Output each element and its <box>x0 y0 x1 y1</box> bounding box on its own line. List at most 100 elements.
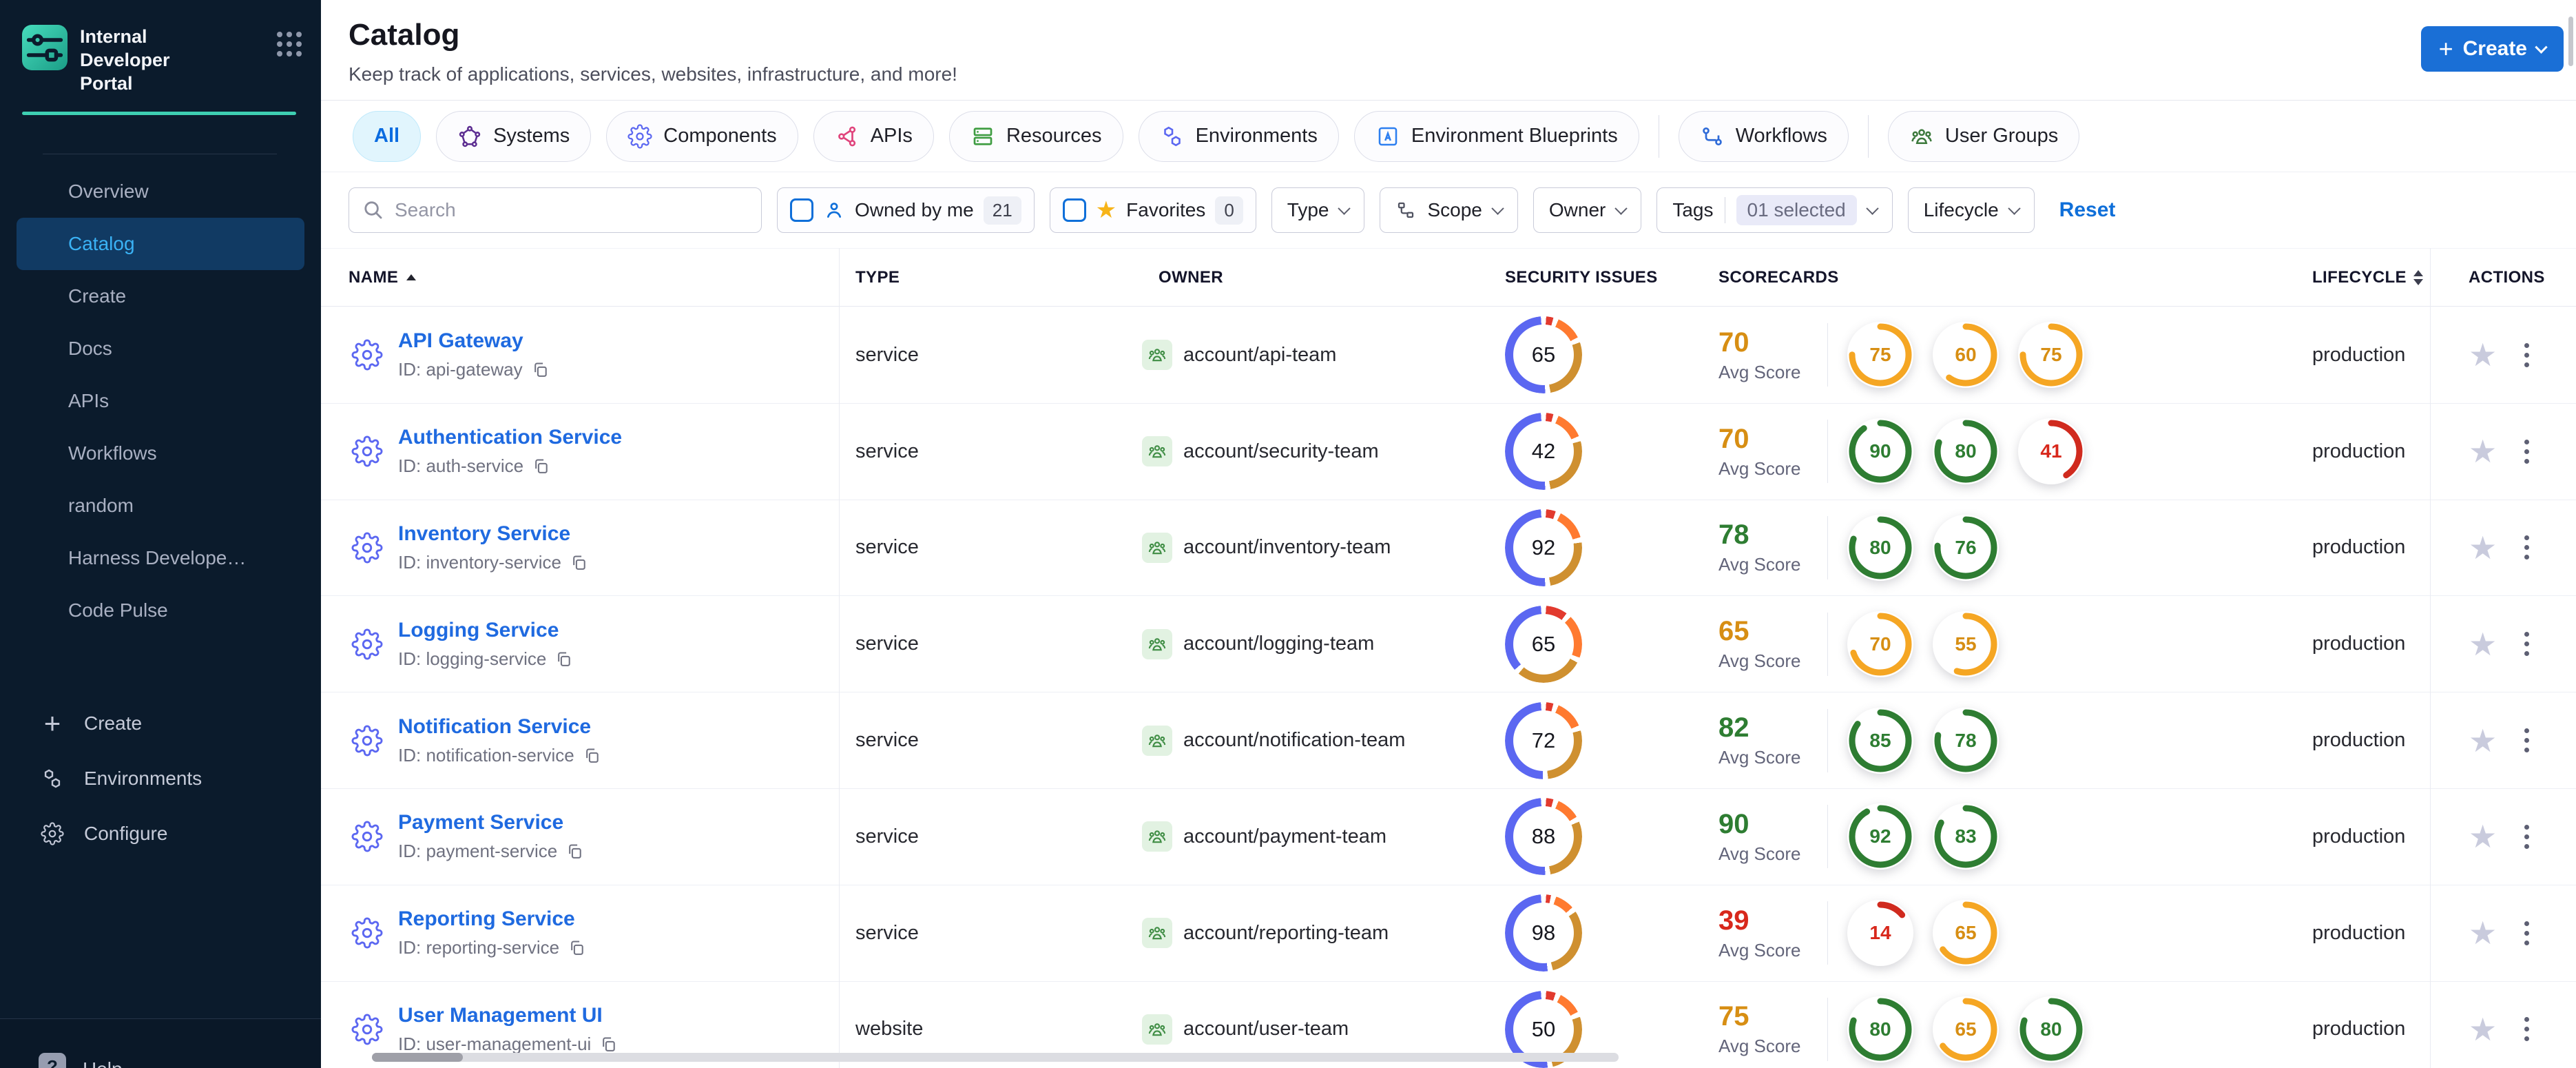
scorecard-ring[interactable]: 76 <box>1933 514 1999 581</box>
favorite-star-icon[interactable]: ★ <box>2469 725 2497 757</box>
tab-all[interactable]: All <box>353 110 422 162</box>
sidebar-utility-create[interactable]: + Create <box>0 696 321 751</box>
scorecard-ring[interactable]: 80 <box>2018 996 2084 1062</box>
scorecard-ring[interactable]: 90 <box>1847 418 1913 485</box>
copy-icon[interactable] <box>532 457 550 475</box>
table-row[interactable]: Authentication Service ID: auth-service … <box>321 404 2576 500</box>
scorecard-ring[interactable]: 55 <box>1933 610 1999 677</box>
tab-workflows[interactable]: Workflows <box>1678 110 1849 162</box>
lifecycle-dropdown[interactable]: Lifecycle <box>1907 187 2035 233</box>
kebab-menu-icon[interactable] <box>2522 1014 2532 1044</box>
favorites-filter[interactable]: ★ Favorites 0 <box>1049 187 1256 233</box>
scorecard-rings: 90 80 41 <box>1847 418 2084 485</box>
entity-name-link[interactable]: Inventory Service <box>398 522 570 545</box>
favorite-star-icon[interactable]: ★ <box>2469 917 2497 949</box>
scorecard-ring[interactable]: 80 <box>1847 996 1913 1062</box>
entity-name-link[interactable]: Logging Service <box>398 619 559 641</box>
column-header-name[interactable]: NAME <box>321 268 839 287</box>
horizontal-scrollbar-thumb[interactable] <box>372 1053 463 1062</box>
sidebar-item-random[interactable]: random <box>17 480 304 532</box>
kebab-menu-icon[interactable] <box>2522 437 2532 466</box>
column-header-lifecycle[interactable]: LIFECYCLE <box>2311 268 2430 287</box>
sidebar-item-harness-develope-[interactable]: Harness Develope… <box>17 532 304 584</box>
scorecard-ring[interactable]: 80 <box>1847 514 1913 581</box>
copy-icon[interactable] <box>554 650 573 668</box>
scorecard-ring[interactable]: 65 <box>1933 996 1999 1062</box>
horizontal-scrollbar-track[interactable] <box>372 1053 1619 1062</box>
kebab-menu-icon[interactable] <box>2522 726 2532 755</box>
kebab-menu-icon[interactable] <box>2522 340 2532 370</box>
scorecard-ring[interactable]: 85 <box>1847 707 1913 774</box>
copy-icon[interactable] <box>565 842 584 861</box>
tab-resources[interactable]: Resources <box>948 110 1123 162</box>
sidebar-item-overview[interactable]: Overview <box>17 165 304 218</box>
owned-by-me-filter[interactable]: Owned by me 21 <box>777 187 1035 233</box>
sidebar-item-catalog[interactable]: Catalog <box>17 218 304 270</box>
owned-by-me-checkbox[interactable] <box>790 198 813 222</box>
entity-name-link[interactable]: User Management UI <box>398 1004 603 1027</box>
table-row[interactable]: Notification Service ID: notification-se… <box>321 692 2576 789</box>
sidebar-item-apis[interactable]: APIs <box>17 375 304 427</box>
favorite-star-icon[interactable]: ★ <box>2469 1014 2497 1045</box>
scorecard-ring[interactable]: 60 <box>1933 322 1999 389</box>
scope-dropdown[interactable]: Scope <box>1380 187 1518 233</box>
sidebar-utility-environments[interactable]: Environments <box>0 751 321 806</box>
search-input[interactable] <box>349 187 762 233</box>
tab-environment-blueprints[interactable]: Environment Blueprints <box>1353 110 1639 162</box>
tab-environments[interactable]: Environments <box>1138 110 1339 162</box>
table-row[interactable]: Payment Service ID: payment-service serv… <box>321 789 2576 885</box>
copy-icon[interactable] <box>568 938 586 957</box>
sidebar-item-workflows[interactable]: Workflows <box>17 427 304 480</box>
scorecard-ring[interactable]: 70 <box>1847 610 1913 677</box>
favorite-star-icon[interactable]: ★ <box>2469 532 2497 564</box>
tab-components[interactable]: Components <box>606 110 798 162</box>
table-row[interactable]: Logging Service ID: logging-service serv… <box>321 596 2576 693</box>
kebab-menu-icon[interactable] <box>2522 822 2532 852</box>
scorecard-ring[interactable]: 14 <box>1847 900 1913 967</box>
scorecard-ring[interactable]: 75 <box>2018 322 2084 389</box>
sidebar-help-item[interactable]: ? Help <box>0 1018 321 1068</box>
scorecard-ring[interactable]: 75 <box>1847 322 1913 389</box>
vertical-scrollbar-thumb[interactable] <box>2568 17 2573 66</box>
table-row[interactable]: Reporting Service ID: reporting-service … <box>321 885 2576 982</box>
sidebar-utility-configure[interactable]: Configure <box>0 806 321 861</box>
scorecard-ring[interactable]: 83 <box>1933 803 1999 870</box>
create-button[interactable]: + Create <box>2420 26 2564 72</box>
table-row[interactable]: Inventory Service ID: inventory-service … <box>321 500 2576 597</box>
copy-icon[interactable] <box>570 553 588 572</box>
sidebar-item-create[interactable]: Create <box>17 270 304 322</box>
scorecard-ring[interactable]: 65 <box>1933 900 1999 967</box>
entity-name-link[interactable]: Notification Service <box>398 715 591 738</box>
tags-dropdown[interactable]: Tags 01 selected <box>1656 187 1893 233</box>
sidebar-item-docs[interactable]: Docs <box>17 322 304 375</box>
type-dropdown[interactable]: Type <box>1271 187 1365 233</box>
tab-systems[interactable]: Systems <box>436 110 592 162</box>
entity-name-link[interactable]: API Gateway <box>398 329 523 352</box>
copy-icon[interactable] <box>531 360 550 379</box>
copy-icon[interactable] <box>583 746 601 765</box>
table-row[interactable]: API Gateway ID: api-gateway service acco… <box>321 307 2576 404</box>
scorecard-ring[interactable]: 92 <box>1847 803 1913 870</box>
favorite-star-icon[interactable]: ★ <box>2469 435 2497 467</box>
entity-name-link[interactable]: Payment Service <box>398 811 563 834</box>
owner-dropdown[interactable]: Owner <box>1533 187 1642 233</box>
scorecard-ring[interactable]: 80 <box>1933 418 1999 485</box>
kebab-menu-icon[interactable] <box>2522 918 2532 948</box>
tab-user-groups[interactable]: User Groups <box>1887 110 2080 162</box>
tab-apis[interactable]: APIs <box>813 110 934 162</box>
favorite-star-icon[interactable]: ★ <box>2469 628 2497 660</box>
reset-filters-link[interactable]: Reset <box>2059 198 2116 222</box>
kebab-menu-icon[interactable] <box>2522 629 2532 659</box>
person-icon <box>823 199 845 221</box>
entity-name-link[interactable]: Reporting Service <box>398 907 575 930</box>
entity-name-link[interactable]: Authentication Service <box>398 426 622 449</box>
favorite-star-icon[interactable]: ★ <box>2469 821 2497 852</box>
copy-icon[interactable] <box>599 1035 618 1054</box>
scorecard-ring[interactable]: 41 <box>2018 418 2084 485</box>
sidebar-item-code-pulse[interactable]: Code Pulse <box>17 584 304 637</box>
app-switcher-icon[interactable] <box>277 32 302 57</box>
favorite-star-icon[interactable]: ★ <box>2469 339 2497 371</box>
scorecard-ring[interactable]: 78 <box>1933 707 1999 774</box>
favorites-checkbox[interactable] <box>1062 198 1086 222</box>
kebab-menu-icon[interactable] <box>2522 533 2532 562</box>
